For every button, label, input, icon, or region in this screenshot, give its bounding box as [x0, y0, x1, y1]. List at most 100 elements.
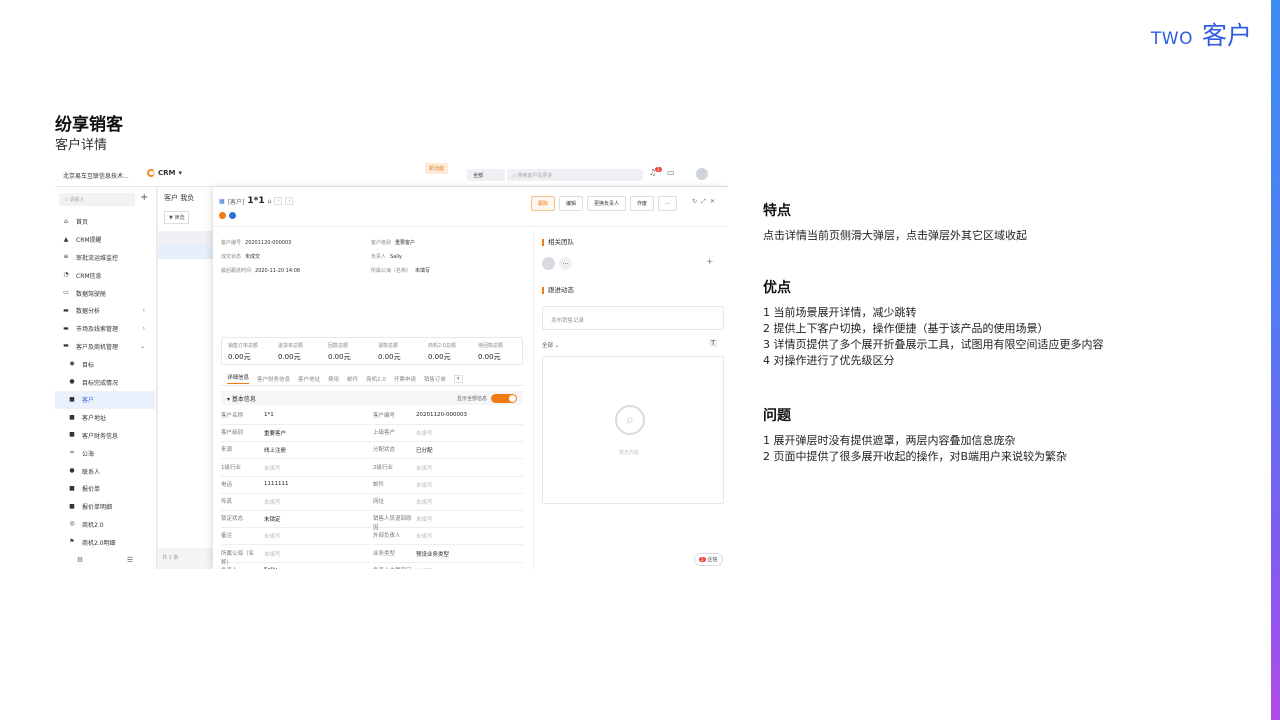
tab-7[interactable]: 销售订单 — [424, 375, 446, 383]
list-tabs[interactable]: 客户 我负 — [164, 193, 194, 203]
action-button[interactable]: 编辑 — [559, 196, 584, 211]
sidebar-item[interactable]: ◎ 商机2.0 — [55, 516, 155, 534]
sidebar-item[interactable]: ● 目标完成情况 — [55, 373, 155, 391]
field-value[interactable]: 未填写 — [416, 429, 433, 437]
field-value[interactable]: 未填写 — [416, 464, 433, 472]
tab-5[interactable]: 商机2.0 — [366, 375, 386, 383]
section-tag-cn: 客户 — [1201, 21, 1252, 50]
tab-6[interactable]: 开票申请 — [394, 375, 416, 383]
action-button[interactable]: 作废 — [630, 196, 655, 211]
field-value[interactable]: 未填写 — [264, 550, 281, 558]
sidebar-item[interactable]: ▬ 市场及线索管理 › — [55, 320, 155, 338]
avatar[interactable] — [696, 168, 708, 180]
add-member-icon[interactable]: + — [706, 257, 714, 267]
field-value[interactable]: 20201120-000003 — [416, 412, 467, 418]
field-value[interactable]: Sally — [264, 567, 277, 569]
sidebar-item[interactable]: ≈ 公海 — [55, 444, 155, 462]
next-record-button[interactable]: › — [285, 197, 294, 205]
detail-field: 锁定状态 未锁定 — [221, 512, 371, 529]
avatar[interactable] — [542, 257, 555, 270]
sidebar-item[interactable]: ⌂ 首页 — [55, 213, 155, 231]
chat-button[interactable]: 2 企信 — [694, 553, 723, 566]
field-value[interactable]: 未填写 — [416, 567, 433, 570]
follow-filter[interactable]: 全部 ⌄ — [542, 341, 559, 349]
folder-icon: ▬ — [63, 306, 69, 314]
record-tags — [219, 212, 236, 219]
bell-icon: ▲ — [63, 235, 69, 243]
inbox-icon[interactable]: ▭ — [667, 168, 675, 177]
settings-icon[interactable]: ⚙ — [77, 556, 83, 564]
summary-label: 成交状态 — [221, 254, 242, 260]
org-name[interactable]: 北京易车互联信息技术... — [63, 171, 129, 180]
refresh-icon[interactable]: ↻ — [692, 198, 697, 206]
sidebar-item[interactable]: ■ 报价单明细 — [55, 498, 155, 516]
field-value[interactable]: 1111111 — [264, 481, 289, 487]
filter-label: 筛选 — [174, 215, 185, 221]
field-value[interactable]: 重要客户 — [264, 429, 286, 437]
field-value[interactable]: 未填写 — [264, 532, 281, 540]
sidebar-item[interactable]: ▬ 数据分析 › — [55, 302, 155, 320]
search-scope-select[interactable]: 全部 — [467, 169, 505, 181]
sidebar-item[interactable]: ▲ CRM提醒 — [55, 231, 155, 249]
target-icon: ◉ — [69, 360, 75, 368]
sidebar-item[interactable]: ● 联系人 — [55, 462, 155, 480]
new-feature-badge[interactable]: 新功能 — [425, 163, 449, 174]
check-icon: ● — [69, 378, 75, 386]
menu-icon[interactable]: ☰ — [127, 556, 133, 564]
show-all-toggle[interactable] — [491, 394, 517, 403]
field-value[interactable]: 未锁定 — [264, 515, 281, 523]
field-value[interactable]: 未填写 — [416, 532, 433, 540]
field-value[interactable]: 已分配 — [416, 446, 433, 454]
sidebar-item[interactable]: ⚑ 商机2.0明细 — [55, 533, 155, 551]
field-value[interactable]: 未填写 — [416, 481, 433, 489]
sidebar-item[interactable]: ▬ 客户及商机管理 ⌄ — [55, 338, 155, 356]
tab-3[interactable]: 费用 — [328, 375, 339, 383]
detail-field: 所属公海（名称） 未填写 — [221, 547, 371, 566]
more-icon[interactable]: … — [559, 257, 572, 270]
post-record-input[interactable]: 发布销售记录 — [542, 306, 724, 330]
sidebar-item[interactable]: ■ 报价单 — [55, 480, 155, 498]
field-value[interactable]: 线上注册 — [264, 446, 286, 454]
field-value[interactable]: 未填写 — [264, 498, 281, 506]
action-button[interactable]: 更换负责人 — [587, 196, 627, 211]
summary-field: 所属公海（名称） 未填写 — [371, 267, 457, 274]
sidebar-item[interactable]: ◉ 目标 — [55, 355, 155, 373]
sidebar-item[interactable]: ■ 客户 — [55, 390, 155, 409]
table-row[interactable] — [158, 245, 214, 259]
field-label: 备注 — [221, 533, 233, 540]
global-search-input[interactable]: ⌕ 搜索客户及更多 — [507, 169, 643, 181]
field-value[interactable]: 未填写 — [416, 515, 433, 523]
action-button[interactable]: 跟踪 — [531, 196, 556, 211]
sidebar-search-input[interactable]: ⌕ 请输入 — [59, 193, 135, 206]
prev-record-button[interactable]: ‹ — [274, 197, 283, 205]
field-value[interactable]: 未填写 — [264, 464, 281, 472]
sidebar-item[interactable]: ▭ 数据驾驶舱 — [55, 284, 155, 302]
tab-0[interactable]: 详细信息 — [227, 373, 250, 384]
add-icon[interactable]: + — [140, 192, 148, 203]
field-label: 传真 — [221, 499, 233, 505]
text-icon[interactable]: T — [709, 339, 718, 347]
field-label: 分配状态 — [373, 447, 396, 454]
stat-item: 退货单总额 0.00元 — [278, 342, 303, 362]
stat-value: 0.00元 — [328, 353, 351, 361]
filter-button[interactable]: ▼ 筛选 — [164, 211, 190, 224]
sea-icon: ≈ — [69, 449, 75, 457]
close-icon[interactable]: ✕ — [710, 198, 715, 206]
tab-1[interactable]: 客户财务信息 — [257, 375, 290, 383]
sidebar-item[interactable]: ◔ CRM信息 — [55, 266, 155, 284]
crm-switch[interactable]: CRM ▾ — [147, 169, 182, 177]
sidebar-item-label: 联系人 — [82, 468, 101, 476]
fullscreen-icon[interactable]: ⤢ — [701, 198, 706, 206]
field-value[interactable]: 预设业务类型 — [416, 550, 449, 558]
sidebar-item[interactable]: ≡ 审批流运维监控 — [55, 249, 155, 267]
field-value[interactable]: 未填写 — [416, 498, 433, 506]
tab-4[interactable]: 邮件 — [347, 375, 358, 383]
detail-field: 上级客户 未填写 — [373, 426, 523, 443]
action-button[interactable]: ... — [658, 196, 677, 211]
sidebar-item[interactable]: ■ 客户地址 — [55, 409, 155, 427]
sidebar-item[interactable]: ■ 客户财务信息 — [55, 427, 155, 445]
field-value[interactable]: 1*1 — [264, 412, 274, 418]
chevron-down-icon[interactable]: ▾ — [453, 374, 463, 383]
basic-info-header[interactable]: ▾ 基本信息 显示全部信息 — [221, 391, 523, 405]
tab-2[interactable]: 客户地址 — [298, 375, 320, 383]
